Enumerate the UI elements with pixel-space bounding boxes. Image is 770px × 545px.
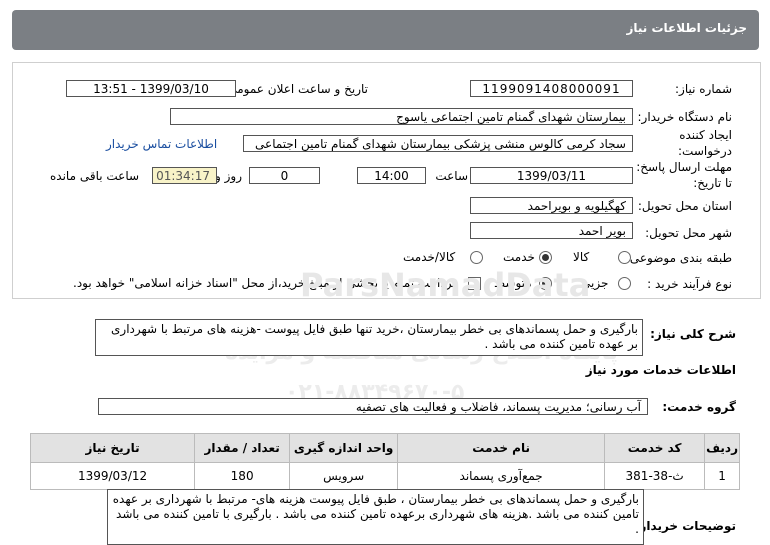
services-section-title: اطلاعات خدمات مورد نیاز xyxy=(585,363,736,377)
general-description-label: شرح کلی نیاز: xyxy=(650,327,736,341)
deadline-label-line1: مهلت ارسال پاسخ: xyxy=(636,160,732,174)
buyer-name-field: بیمارستان شهدای گمنام تامین اجتماعی یاسو… xyxy=(170,108,633,125)
page-title: جزئیات اطلاعات نیاز xyxy=(626,21,747,35)
cell-code: ث-38-381 xyxy=(604,462,706,490)
category-option-service: خدمت xyxy=(503,250,535,264)
deadline-time-field: 14:00 xyxy=(357,167,426,184)
general-description-field: بارگیری و حمل پسماندهای بی خطر بیمارستان… xyxy=(95,319,643,356)
services-table: ردیف کد خدمت نام خدمت واحد اندازه گیری ت… xyxy=(29,433,740,490)
city-label: شهر محل تحویل: xyxy=(645,226,732,240)
watermark-brand: ParsNamadData xyxy=(300,266,591,304)
remaining-time-field: 01:34:17 xyxy=(152,167,217,184)
process-label: نوع فرآیند خرید : xyxy=(647,277,732,291)
days-label: روز و xyxy=(215,169,242,183)
province-label: استان محل تحویل: xyxy=(637,199,732,213)
category-option-goods: کالا xyxy=(573,250,590,264)
deadline-time-label: ساعت xyxy=(435,169,468,183)
category-label: طبقه بندی موضوعی: xyxy=(625,251,732,265)
service-group-label: گروه خدمت: xyxy=(662,400,736,414)
cell-unit: سرویس xyxy=(289,462,399,490)
category-radio-goods[interactable] xyxy=(618,251,631,264)
need-number-field: 1199091408000091 xyxy=(470,80,633,97)
cell-name: جمع‌آوری پسماند xyxy=(397,462,606,490)
col-code-header: کد خدمت xyxy=(604,433,706,463)
cell-date: 1399/03/12 xyxy=(29,462,196,490)
category-radio-service[interactable] xyxy=(539,251,552,264)
buyer-contact-link[interactable]: اطلاعات تماس خریدار xyxy=(106,137,217,151)
category-radio-goods-service[interactable] xyxy=(470,251,483,264)
category-option-goods-service: کالا/خدمت xyxy=(403,250,456,264)
buyer-label: نام دستگاه خریدار: xyxy=(637,110,733,124)
province-field: کهگیلویه و بویراحمد xyxy=(470,197,633,214)
cell-qty: 180 xyxy=(194,462,291,490)
remaining-time-label: ساعت باقی مانده xyxy=(50,169,140,183)
col-qty-header: تعداد / مقدار xyxy=(194,433,291,463)
creator-label-line2: درخواست: xyxy=(678,144,732,158)
col-name-header: نام خدمت xyxy=(397,433,606,463)
service-group-field: آب رسانی؛ مدیریت پسماند، فاضلاب و فعالیت… xyxy=(98,398,648,415)
buyer-notes-field: بارگیری و حمل پسماندهای بی خطر بیمارستان… xyxy=(107,489,644,545)
city-field: بویر احمد xyxy=(470,222,633,239)
table-row: 1 ث-38-381 جمع‌آوری پسماند سرویس 180 139… xyxy=(29,462,740,490)
creator-label-line1: ایجاد کننده xyxy=(679,128,732,142)
process-radio-minor[interactable] xyxy=(618,277,631,290)
remaining-days-field: 0 xyxy=(249,167,320,184)
col-row-header: ردیف xyxy=(704,433,740,463)
need-number-label: شماره نیاز: xyxy=(675,82,732,96)
deadline-label-line2: تا تاریخ: xyxy=(693,176,732,190)
buyer-notes-label: توضیحات خریدار: xyxy=(634,519,736,533)
col-date-header: تاریخ نیاز xyxy=(29,433,196,463)
page-header: جزئیات اطلاعات نیاز xyxy=(12,10,759,50)
deadline-date-field: 1399/03/11 xyxy=(470,167,633,184)
announce-datetime-field: 1399/03/10 - 13:51 xyxy=(66,80,236,97)
cell-row: 1 xyxy=(704,462,740,490)
col-unit-header: واحد اندازه گیری xyxy=(289,433,399,463)
announce-label: تاریخ و ساعت اعلان عمومی: xyxy=(223,82,368,96)
creator-field: سجاد کرمی کالوس منشی پزشکی بیمارستان شهد… xyxy=(243,135,633,152)
table-header-row: ردیف کد خدمت نام خدمت واحد اندازه گیری ت… xyxy=(29,433,740,463)
